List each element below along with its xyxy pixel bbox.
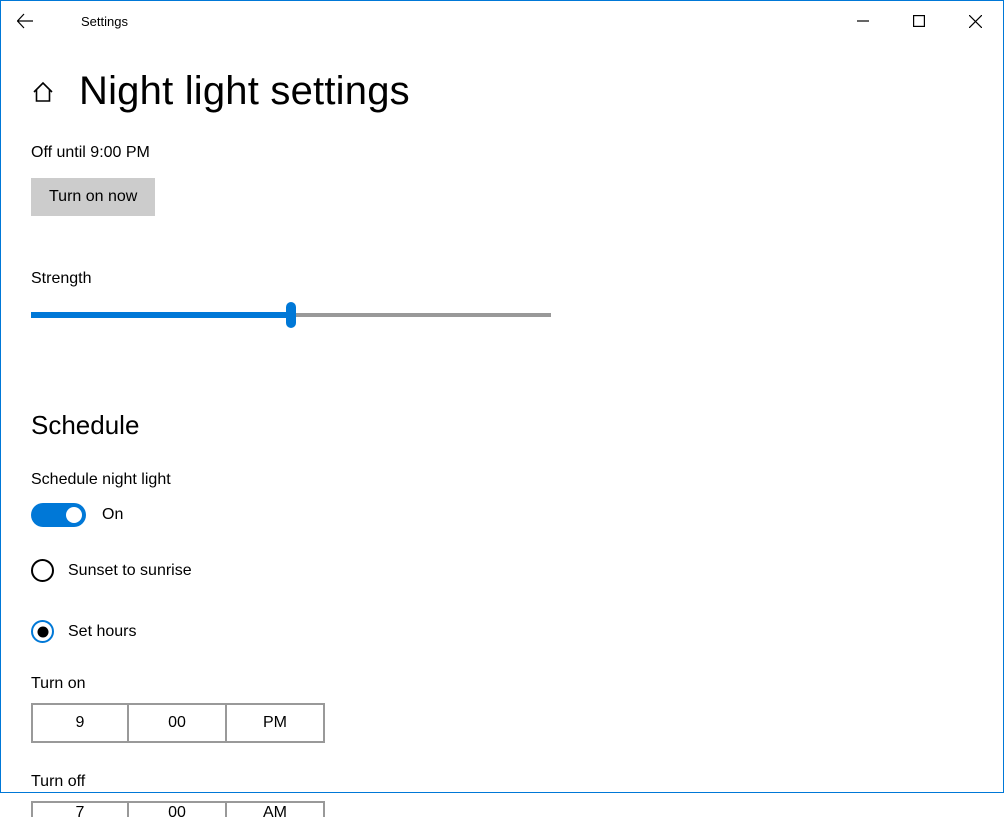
schedule-toggle[interactable] — [31, 503, 86, 527]
window-title: Settings — [81, 14, 128, 29]
back-button[interactable] — [1, 1, 49, 41]
home-icon[interactable] — [31, 80, 55, 109]
home-icon-svg — [31, 80, 55, 104]
status-text: Off until 9:00 PM — [31, 144, 973, 162]
turn-on-ampm[interactable]: PM — [227, 703, 325, 743]
slider-fill — [31, 312, 291, 318]
radio-set-hours-row: Set hours — [31, 620, 973, 643]
turn-on-now-button[interactable]: Turn on now — [31, 178, 155, 216]
schedule-heading: Schedule — [31, 410, 973, 441]
header-row: Night light settings — [31, 69, 973, 114]
strength-label: Strength — [31, 270, 973, 288]
window-controls — [835, 1, 1003, 41]
titlebar: Settings — [1, 1, 1003, 41]
radio-set-hours[interactable] — [31, 620, 54, 643]
close-button[interactable] — [947, 1, 1003, 41]
schedule-night-light-label: Schedule night light — [31, 471, 973, 489]
radio-set-hours-label: Set hours — [68, 623, 136, 641]
turn-off-label: Turn off — [31, 773, 973, 791]
back-arrow-icon — [17, 13, 33, 29]
strength-slider[interactable] — [31, 302, 551, 328]
turn-on-time-picker: 9 00 PM — [31, 703, 973, 743]
schedule-toggle-row: On — [31, 503, 973, 527]
content: Night light settings Off until 9:00 PM T… — [1, 41, 1003, 817]
maximize-button[interactable] — [891, 1, 947, 41]
minimize-button[interactable] — [835, 1, 891, 41]
turn-off-ampm[interactable]: AM — [227, 801, 325, 817]
turn-off-hour[interactable]: 7 — [31, 801, 129, 817]
toggle-knob — [66, 507, 82, 523]
turn-on-hour[interactable]: 9 — [31, 703, 129, 743]
maximize-icon — [913, 15, 925, 27]
radio-sunset-row: Sunset to sunrise — [31, 559, 973, 582]
turn-off-time-picker: 7 00 AM — [31, 801, 973, 817]
turn-on-minute[interactable]: 00 — [129, 703, 227, 743]
minimize-icon — [857, 15, 869, 27]
close-icon — [969, 15, 982, 28]
turn-on-label: Turn on — [31, 675, 973, 693]
radio-sunset-label: Sunset to sunrise — [68, 562, 192, 580]
radio-sunset[interactable] — [31, 559, 54, 582]
slider-thumb[interactable] — [286, 302, 296, 328]
schedule-toggle-state: On — [102, 506, 123, 524]
turn-off-minute[interactable]: 00 — [129, 801, 227, 817]
page-title: Night light settings — [79, 69, 410, 114]
